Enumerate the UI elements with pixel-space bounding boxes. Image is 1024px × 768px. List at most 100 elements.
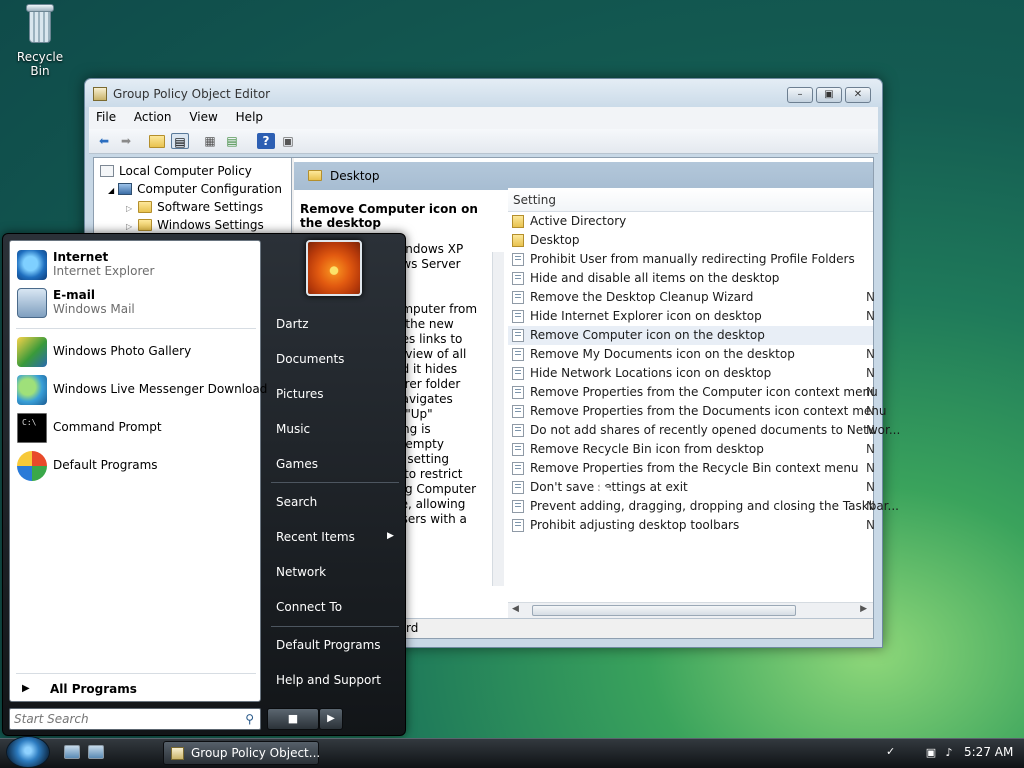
setting-label: Do not add shares of recently opened doc… — [530, 423, 901, 437]
window-titlebar[interactable]: Group Policy Object Editor – ▣ ✕ — [85, 79, 882, 107]
clock[interactable]: 5:27 AM — [964, 745, 1013, 759]
setting-row[interactable]: Hide Internet Explorer icon on desktop N — [508, 307, 875, 326]
start-right-connect-to[interactable]: Connect To — [276, 600, 342, 614]
scroll-thumb[interactable] — [532, 605, 796, 616]
setting-state: N — [866, 423, 875, 437]
start-right-default-programs[interactable]: Default Programs — [276, 638, 381, 652]
view-icon[interactable]: ▣ — [279, 133, 297, 149]
tree-node-computer-configuration[interactable]: ◢ Computer Configuration — [108, 182, 282, 196]
setting-row[interactable]: Remove Recycle Bin icon from desktop N — [508, 440, 875, 459]
menu-action[interactable]: Action — [127, 107, 179, 124]
show-hide-tree-icon[interactable]: ▤ — [171, 133, 189, 149]
expand-triangle-icon[interactable]: ▷ — [126, 222, 132, 231]
description-line: ing Computer — [394, 482, 477, 496]
setting-row[interactable]: Prohibit User from manually redirecting … — [508, 250, 873, 269]
setting-row[interactable]: Remove My Documents icon on the desktop N — [508, 345, 875, 364]
menu-file[interactable]: File — [89, 107, 123, 124]
properties-icon[interactable]: ▦ — [201, 133, 219, 149]
volume-icon[interactable]: ♪ — [942, 746, 956, 759]
setting-row[interactable]: Active Directory — [508, 212, 873, 231]
setting-column-header[interactable]: Setting — [508, 188, 873, 212]
setting-label: Desktop — [530, 233, 580, 247]
setting-row[interactable]: Remove the Desktop Cleanup Wizard N — [508, 288, 875, 307]
setting-row[interactable]: Prevent adding, dragging, dropping and c… — [508, 497, 899, 516]
setting-row[interactable]: Do not add shares of recently opened doc… — [508, 421, 900, 440]
start-right-network[interactable]: Network — [276, 565, 326, 579]
details-header-title: Desktop — [330, 169, 380, 183]
menu-view[interactable]: View — [182, 107, 224, 124]
setting-row[interactable]: Hide and disable all items on the deskto… — [508, 269, 873, 288]
close-button[interactable]: ✕ — [845, 87, 871, 103]
recycle-bin-desktop-icon[interactable]: Recycle Bin — [8, 2, 72, 78]
taskbar-button-group-policy[interactable]: Group Policy Object... — [163, 741, 320, 765]
scroll-right-icon[interactable]: ▶ — [860, 604, 867, 614]
start-right-games[interactable]: Games — [276, 457, 318, 471]
recent-item-label: Command Prompt — [53, 420, 162, 434]
help-icon[interactable]: ? — [257, 133, 275, 149]
policy-setting-icon — [512, 253, 524, 266]
start-right-music[interactable]: Music — [276, 422, 310, 436]
description-line: n the new — [394, 317, 454, 331]
setting-row[interactable]: Prohibit adjusting desktop toolbars N — [508, 516, 875, 535]
tree-node-root[interactable]: Local Computer Policy — [100, 164, 252, 178]
start-right-pictures[interactable]: Pictures — [276, 387, 324, 401]
start-search-input[interactable] — [14, 711, 234, 727]
lock-button[interactable]: ■ — [267, 708, 319, 730]
tray-chevron-icon[interactable]: ✓ — [886, 745, 895, 758]
setting-row[interactable]: Remove Properties from the Computer icon… — [508, 383, 878, 402]
setting-label: Hide and disable all items on the deskto… — [530, 271, 780, 285]
description-line: b view of all — [394, 347, 467, 361]
setting-row[interactable]: Remove Properties from the Recycle Bin c… — [508, 459, 875, 478]
search-icon[interactable]: ⚲ — [245, 712, 254, 726]
recent-default-programs[interactable]: Default Programs — [14, 448, 258, 484]
setting-label: Remove Recycle Bin icon from desktop — [530, 442, 764, 456]
network-icon[interactable]: ▣ — [924, 746, 938, 759]
pinned-email[interactable]: E-mail Windows Mail — [14, 285, 258, 321]
setting-row[interactable]: Remove Computer icon on the desktop — [508, 326, 873, 345]
setting-row[interactable]: Hide Network Locations icon on desktop N — [508, 364, 875, 383]
menu-help[interactable]: Help — [229, 107, 270, 124]
start-right-search[interactable]: Search — [276, 495, 317, 509]
recent-command-prompt[interactable]: C:\ Command Prompt — [14, 410, 258, 446]
command-prompt-icon: C:\ — [17, 413, 47, 443]
up-folder-icon[interactable] — [149, 135, 165, 148]
minimize-button[interactable]: – — [787, 87, 813, 103]
expand-triangle-icon[interactable]: ▷ — [126, 204, 132, 213]
policy-setting-icon — [512, 367, 524, 380]
description-scrollbar[interactable] — [492, 252, 504, 586]
recent-live-messenger[interactable]: Windows Live Messenger Download — [14, 372, 267, 408]
forward-arrow-icon[interactable]: ➡ — [117, 133, 135, 149]
start-right-divider — [271, 626, 399, 627]
start-search-box[interactable]: ⚲ — [9, 708, 261, 730]
all-programs-button[interactable]: ▶ All Programs — [14, 681, 258, 699]
settings-list: Setting Active Directory Desktop Prohibit … — [508, 188, 900, 618]
start-right-documents[interactable]: Documents — [276, 352, 344, 366]
start-right-recent-items[interactable]: Recent Items — [276, 530, 355, 544]
maximize-button[interactable]: ▣ — [816, 87, 842, 103]
setting-row[interactable]: Desktop — [508, 231, 873, 250]
tree-node-software-settings[interactable]: ▷ Software Settings — [126, 200, 263, 214]
policy-setting-icon — [512, 272, 524, 285]
collapse-triangle-icon[interactable]: ◢ — [108, 186, 114, 195]
start-right-user[interactable]: Dartz — [276, 317, 309, 331]
start-button[interactable] — [6, 736, 50, 768]
start-right-help-support[interactable]: Help and Support — [276, 673, 381, 687]
setting-row[interactable]: Don't save settings at exit N — [508, 478, 875, 497]
policy-setting-icon — [512, 500, 524, 513]
scroll-left-icon[interactable]: ◀ — [512, 604, 519, 614]
user-avatar[interactable] — [306, 240, 362, 296]
recent-photo-gallery[interactable]: Windows Photo Gallery — [14, 334, 258, 370]
switch-windows-icon[interactable] — [88, 745, 104, 759]
horizontal-scrollbar[interactable]: ◀ ▶ — [508, 602, 873, 618]
export-list-icon[interactable]: ▤ — [223, 133, 241, 149]
lock-icon: ■ — [287, 712, 299, 725]
show-desktop-icon[interactable] — [64, 745, 80, 759]
pinned-internet[interactable]: Internet Internet Explorer — [14, 247, 258, 283]
back-arrow-icon[interactable]: ⬅ — [95, 133, 113, 149]
pinned-item-title: E-mail — [53, 288, 96, 302]
shutdown-options-button[interactable]: ▶ — [319, 708, 343, 730]
tree-node-windows-settings[interactable]: ▷ Windows Settings — [126, 218, 264, 232]
description-line: Vindows XP — [394, 242, 464, 256]
standard-tab-fragment[interactable]: rd — [406, 621, 418, 635]
setting-row[interactable]: Remove Properties from the Documents ico… — [508, 402, 886, 421]
